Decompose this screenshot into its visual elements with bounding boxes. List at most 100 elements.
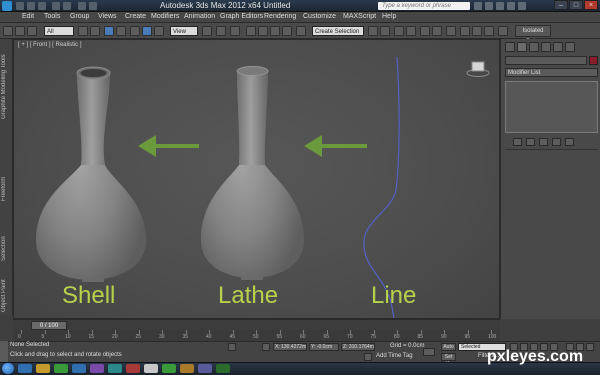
ribbon-tab-freeform[interactable]: Freeform bbox=[1, 169, 12, 209]
schematic-view-icon[interactable] bbox=[432, 26, 442, 36]
minimize-button[interactable]: – bbox=[554, 0, 568, 10]
line-spline[interactable] bbox=[363, 56, 400, 319]
track-bar[interactable]: 0 5 10 15 20 25 30 35 40 45 50 55 60 65 70 75 80 85 90 95 10… bbox=[13, 330, 500, 341]
menu-graph-editors[interactable]: Graph Editors bbox=[220, 13, 263, 20]
redo-icon[interactable] bbox=[63, 2, 71, 10]
add-time-tag[interactable]: Add Time Tag bbox=[376, 353, 413, 359]
modifier-list-dropdown[interactable]: Modifier List bbox=[505, 68, 598, 77]
make-unique-icon[interactable] bbox=[539, 138, 548, 146]
modify-tab-icon[interactable] bbox=[517, 42, 527, 52]
menu-views[interactable]: Views bbox=[98, 13, 117, 20]
snaps-toggle-icon[interactable] bbox=[246, 26, 256, 36]
menu-edit[interactable]: Edit bbox=[22, 13, 34, 20]
render-setup-icon[interactable] bbox=[460, 26, 470, 36]
shell-vase[interactable] bbox=[36, 66, 146, 282]
key-icon[interactable] bbox=[423, 348, 435, 356]
menu-help[interactable]: Help bbox=[382, 13, 396, 20]
menu-rendering[interactable]: Rendering bbox=[264, 13, 296, 20]
menu-tools[interactable]: Tools bbox=[44, 13, 60, 20]
close-button[interactable]: × bbox=[584, 0, 598, 10]
curve-editor-icon[interactable] bbox=[420, 26, 430, 36]
reference-coordinate-dropdown[interactable]: View bbox=[170, 26, 198, 36]
communication-center-icon[interactable] bbox=[496, 2, 504, 10]
window-crossing-icon[interactable] bbox=[116, 26, 126, 36]
select-move-icon[interactable] bbox=[130, 26, 140, 36]
select-by-name-icon[interactable] bbox=[90, 26, 100, 36]
ie-taskbar-icon[interactable] bbox=[18, 364, 32, 373]
create-tab-icon[interactable] bbox=[505, 42, 515, 52]
front-viewport[interactable]: [ + ] [ Front ] [ Realistic ] Shell Lath… bbox=[13, 39, 500, 319]
select-scale-icon[interactable] bbox=[154, 26, 164, 36]
menu-maxscript[interactable]: MAXScript bbox=[343, 13, 376, 20]
object-name-field[interactable] bbox=[505, 56, 587, 65]
menu-animation[interactable]: Animation bbox=[184, 13, 215, 20]
app-taskbar-icon[interactable] bbox=[90, 364, 104, 373]
time-tag-icon[interactable] bbox=[364, 353, 372, 361]
graphite-toggle-icon[interactable] bbox=[406, 26, 416, 36]
render-production-icon[interactable] bbox=[484, 26, 494, 36]
layer-manager-icon[interactable] bbox=[394, 26, 404, 36]
remove-modifier-icon[interactable] bbox=[552, 138, 561, 146]
pin-stack-icon[interactable] bbox=[513, 138, 522, 146]
search-icon[interactable] bbox=[474, 2, 482, 10]
menu-modifiers[interactable]: Modifiers bbox=[151, 13, 179, 20]
configure-sets-icon[interactable] bbox=[565, 138, 574, 146]
link-icon[interactable] bbox=[15, 26, 25, 36]
mirror-icon[interactable] bbox=[368, 26, 378, 36]
viewcube-icon[interactable] bbox=[466, 60, 490, 78]
selection-filter-dropdown[interactable]: All bbox=[44, 26, 74, 36]
app6-taskbar-icon[interactable] bbox=[198, 364, 212, 373]
z-coordinate-field[interactable]: Z: 310.1764m bbox=[341, 343, 375, 351]
new-file-icon[interactable] bbox=[16, 2, 24, 10]
app7-taskbar-icon[interactable] bbox=[216, 364, 230, 373]
unlink-icon[interactable] bbox=[27, 26, 37, 36]
app3-taskbar-icon[interactable] bbox=[144, 364, 158, 373]
auto-key-button[interactable]: Auto bbox=[441, 343, 456, 351]
start-button[interactable] bbox=[2, 363, 14, 374]
menu-create[interactable]: Create bbox=[125, 13, 146, 20]
photoshop-taskbar-icon[interactable] bbox=[72, 364, 86, 373]
isolated-point-tab[interactable]: Isolated Point bbox=[515, 25, 551, 45]
quick-access-dropdown-icon[interactable] bbox=[89, 2, 97, 10]
maxscript-listener[interactable] bbox=[0, 341, 8, 362]
rectangular-selection-icon[interactable] bbox=[104, 26, 114, 36]
ribbon-tab-selection[interactable]: Selection bbox=[1, 229, 12, 269]
absolute-mode-icon[interactable] bbox=[262, 343, 270, 351]
keyboard-shortcut-icon[interactable] bbox=[230, 26, 240, 36]
project-folder-icon[interactable] bbox=[78, 2, 86, 10]
named-selection-dropdown[interactable]: Create Selection Se... bbox=[312, 26, 364, 45]
3dsmax-taskbar-icon[interactable] bbox=[108, 364, 122, 373]
spinner-snap-icon[interactable] bbox=[282, 26, 292, 36]
workspace-icon[interactable] bbox=[498, 26, 508, 36]
app4-taskbar-icon[interactable] bbox=[162, 364, 176, 373]
y-coordinate-field[interactable]: Y: -0.0cm bbox=[309, 343, 339, 351]
modifier-stack[interactable] bbox=[505, 81, 598, 133]
menu-customize[interactable]: Customize bbox=[303, 13, 336, 20]
orbit-icon[interactable] bbox=[586, 343, 594, 351]
time-slider[interactable]: 0 / 100 bbox=[13, 319, 500, 330]
utilities-tab-icon[interactable] bbox=[565, 42, 575, 52]
ribbon-tab-object-paint[interactable]: Object Paint bbox=[1, 279, 12, 313]
display-tab-icon[interactable] bbox=[553, 42, 563, 52]
time-slider-thumb[interactable]: 0 / 100 bbox=[31, 321, 67, 330]
set-key-button[interactable]: Set K. bbox=[441, 353, 456, 367]
open-file-icon[interactable] bbox=[27, 2, 35, 10]
favorites-icon[interactable] bbox=[507, 2, 515, 10]
media-taskbar-icon[interactable] bbox=[54, 364, 68, 373]
percent-snap-icon[interactable] bbox=[270, 26, 280, 36]
pivot-center-icon[interactable] bbox=[202, 26, 212, 36]
save-file-icon[interactable] bbox=[38, 2, 46, 10]
select-rotate-icon[interactable] bbox=[142, 26, 152, 36]
explorer-taskbar-icon[interactable] bbox=[36, 364, 50, 373]
help-icon[interactable] bbox=[518, 2, 526, 10]
menu-group[interactable]: Group bbox=[70, 13, 89, 20]
object-color-swatch[interactable] bbox=[589, 56, 598, 65]
align-icon[interactable] bbox=[380, 26, 390, 36]
x-coordinate-field[interactable]: X: 130.4272m bbox=[273, 343, 307, 351]
lock-selection-icon[interactable] bbox=[228, 343, 236, 351]
app5-taskbar-icon[interactable] bbox=[180, 364, 194, 373]
motion-tab-icon[interactable] bbox=[541, 42, 551, 52]
show-end-result-icon[interactable] bbox=[526, 138, 535, 146]
angle-snap-icon[interactable] bbox=[258, 26, 268, 36]
subscription-icon[interactable] bbox=[485, 2, 493, 10]
